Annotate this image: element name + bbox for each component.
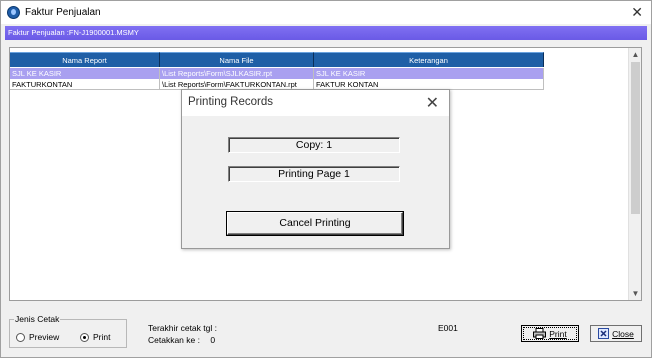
page-status: Printing Page 1 xyxy=(228,166,400,182)
cell-nama-report: SJL KE KASIR xyxy=(10,68,160,79)
scroll-up-icon[interactable]: ▲ xyxy=(629,48,642,61)
window-title: Faktur Penjualan xyxy=(25,7,101,18)
column-header-nama-report[interactable]: Nama Report xyxy=(10,52,160,67)
print-count-label: Cetakkan ke : xyxy=(148,335,200,345)
print-label: Print xyxy=(93,332,111,342)
app-icon xyxy=(7,6,20,19)
cell-nama-file: \List Reports\Form\SJLKASIR.rpt xyxy=(160,68,314,79)
footer-bar: Jenis Cetak Preview Print Terakhir cetak… xyxy=(1,308,651,358)
table-row[interactable]: SJL KE KASIR \List Reports\Form\SJLKASIR… xyxy=(10,68,544,79)
document-header: Faktur Penjualan :FN-J1900001.MSMY xyxy=(5,26,647,40)
preview-label: Preview xyxy=(29,332,60,342)
close-button[interactable]: Close xyxy=(590,325,642,342)
print-button[interactable]: Print xyxy=(521,325,579,342)
title-bar: Faktur Penjualan ✕ xyxy=(1,1,651,24)
window-close-icon[interactable]: ✕ xyxy=(631,4,643,20)
printer-icon xyxy=(533,328,547,339)
dialog-close-icon[interactable]: ✕ xyxy=(426,93,439,113)
jenis-cetak-label: Jenis Cetak xyxy=(14,314,61,324)
scroll-down-icon[interactable]: ▼ xyxy=(629,287,642,300)
print-count-row: Cetakkan ke : 0 xyxy=(148,335,215,345)
print-count-value: 0 xyxy=(210,335,216,345)
close-icon xyxy=(598,328,610,339)
cell-keterangan: SJL KE KASIR xyxy=(314,68,544,79)
cancel-printing-button[interactable]: Cancel Printing xyxy=(227,212,403,235)
user-code: E001 xyxy=(438,323,458,333)
print-radio[interactable]: Print xyxy=(80,332,110,342)
dialog-title: Printing Records xyxy=(188,96,274,108)
preview-radio-circle[interactable] xyxy=(16,332,25,342)
dialog-title-bar: Printing Records ✕ xyxy=(182,90,449,116)
close-button-label: Close xyxy=(612,328,634,339)
print-radio-circle[interactable] xyxy=(80,332,89,342)
print-button-label: Print xyxy=(549,328,567,339)
grid-header: Nama Report Nama File Keterangan xyxy=(10,52,544,67)
last-print-date-label: Terakhir cetak tgl : xyxy=(148,323,217,333)
column-header-nama-file[interactable]: Nama File xyxy=(160,52,314,67)
vertical-scrollbar[interactable]: ▲ ▼ xyxy=(628,48,641,300)
jenis-cetak-group: Jenis Cetak Preview Print xyxy=(9,314,127,348)
copy-status: Copy: 1 xyxy=(228,137,400,153)
main-window: Faktur Penjualan ✕ Faktur Penjualan :FN-… xyxy=(0,0,652,358)
scroll-thumb[interactable] xyxy=(631,62,640,214)
cell-nama-report: FAKTURKONTAN xyxy=(10,79,160,90)
column-header-keterangan[interactable]: Keterangan xyxy=(314,52,544,67)
preview-radio[interactable]: Preview xyxy=(16,332,59,342)
printing-records-dialog: Printing Records ✕ Copy: 1 Printing Page… xyxy=(181,89,450,249)
